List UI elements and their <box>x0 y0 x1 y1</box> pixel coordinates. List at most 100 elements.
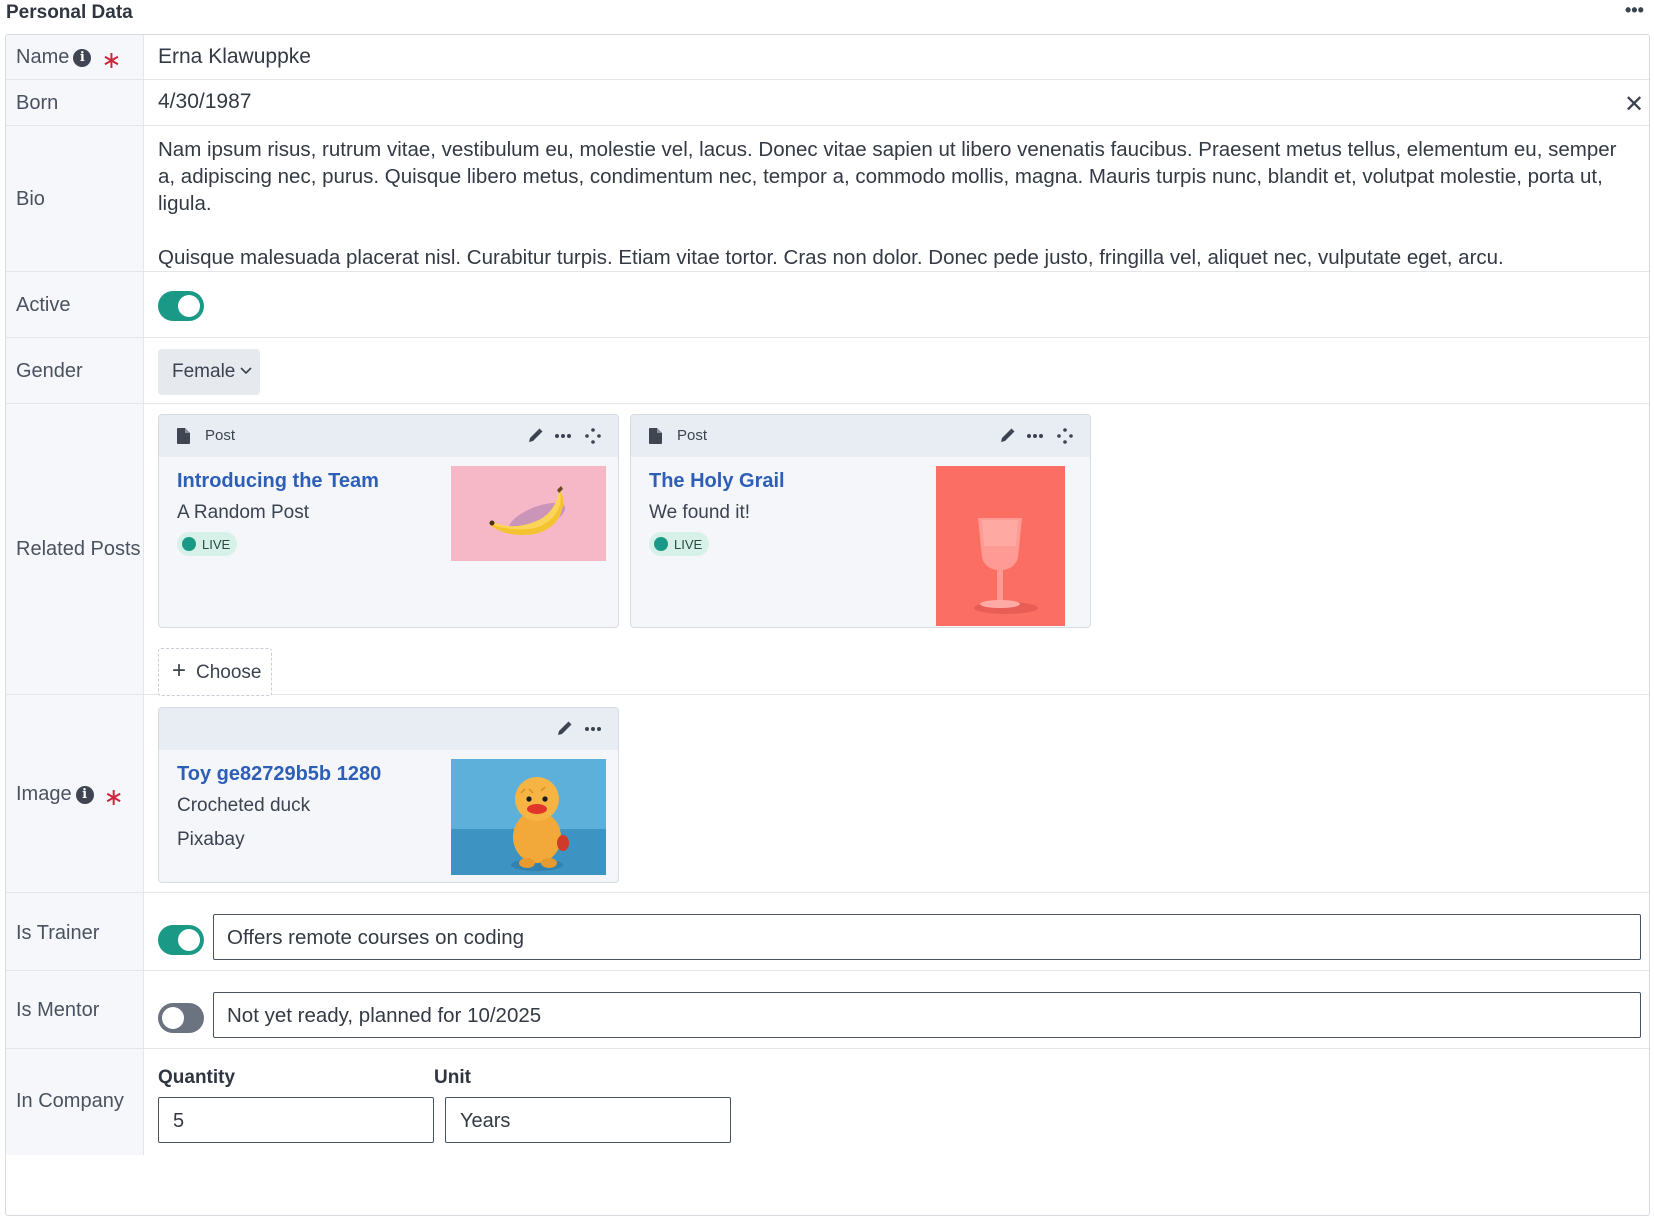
post-card[interactable]: Post Introducing the Team A Random Post … <box>158 414 619 628</box>
image-title-link[interactable]: Toy ge82729b5b 1280 <box>177 763 381 786</box>
post-title-link[interactable]: Introducing the Team <box>177 470 379 493</box>
info-icon[interactable]: i <box>75 786 94 804</box>
row-image: Image i ∗ Toy ge82729b5b 1280 Crocheted du… <box>6 695 1649 893</box>
related-posts-label: Related Posts <box>16 538 141 560</box>
chevron-down-icon <box>240 367 252 375</box>
section-title: Personal Data <box>6 2 133 23</box>
status-badge: LIVE <box>649 532 709 556</box>
card-header: Post <box>159 415 618 457</box>
image-card[interactable]: Toy ge82729b5b 1280 Crocheted duck Pixab… <box>158 707 619 883</box>
label-cell: In Company <box>6 1049 144 1155</box>
image-description: Crocheted duck <box>177 795 311 816</box>
card-header <box>159 708 618 750</box>
status-dot <box>654 537 668 551</box>
is-mentor-label: Is Mentor <box>16 999 100 1021</box>
row-name: Name i ∗ Erna Klawuppke <box>6 35 1649 80</box>
born-value[interactable]: 4/30/1987 <box>158 90 251 114</box>
label-cell: Bio <box>6 126 144 271</box>
unit-label: Unit <box>434 1067 471 1088</box>
row-is-mentor: Is Mentor Not yet ready, planned for 10/… <box>6 971 1649 1049</box>
row-gender: Gender Female <box>6 338 1649 404</box>
input-value: Not yet ready, planned for 10/2025 <box>227 1004 542 1027</box>
choose-button[interactable]: + Choose <box>158 648 272 696</box>
name-label: Name i ∗ <box>16 46 122 74</box>
choose-label: Choose <box>196 662 262 683</box>
input-value: 5 <box>173 1110 185 1132</box>
label-cell: Is Mentor <box>6 971 144 1048</box>
label-cell: Image i ∗ <box>6 695 144 892</box>
unit-input[interactable]: Years <box>445 1097 731 1143</box>
label-cell: Related Posts <box>6 404 144 694</box>
status-text: LIVE <box>202 537 231 552</box>
card-type-label: Post <box>205 427 236 444</box>
card-type-label: Post <box>677 427 708 444</box>
status-badge: LIVE <box>177 532 237 556</box>
more-icon[interactable] <box>553 425 573 447</box>
drag-handle-icon[interactable] <box>583 425 603 447</box>
quantity-label: Quantity <box>158 1067 236 1088</box>
section-menu-icon[interactable]: ••• <box>1625 0 1644 21</box>
glass-image <box>936 466 1065 626</box>
status-dot <box>182 537 196 551</box>
label-cell: Born <box>6 80 144 125</box>
image-label: Image i ∗ <box>16 783 124 811</box>
plus-icon: + <box>172 657 187 684</box>
born-label: Born <box>16 92 59 114</box>
status-text: LIVE <box>674 537 703 552</box>
gender-select[interactable]: Female <box>158 349 260 395</box>
label-cell: Name i ∗ <box>6 35 144 79</box>
image-credit: Pixabay <box>177 829 245 850</box>
more-icon[interactable] <box>1025 425 1045 447</box>
bio-paragraph: Nam ipsum risus, rutrum vitae, vestibulu… <box>158 138 1617 215</box>
row-active: Active <box>6 272 1649 338</box>
is-mentor-toggle[interactable] <box>158 1003 204 1033</box>
card-header: Post <box>631 415 1090 457</box>
pencil-icon[interactable] <box>997 425 1017 447</box>
post-card[interactable]: Post The Holy Grail We found it! LIVE <box>630 414 1091 628</box>
row-born: Born 4/30/1987 ✕ <box>6 80 1649 126</box>
label-cell: Active <box>6 272 144 337</box>
required-icon: ∗ <box>103 784 124 811</box>
row-is-trainer: Is Trainer Offers remote courses on codi… <box>6 893 1649 971</box>
is-trainer-label: Is Trainer <box>16 922 100 944</box>
post-subtitle: A Random Post <box>177 502 310 523</box>
document-icon <box>649 428 662 444</box>
row-bio: Bio Nam ipsum risus, rutrum vitae, vesti… <box>6 126 1649 272</box>
required-icon: ∗ <box>101 47 122 74</box>
label-cell: Gender <box>6 338 144 403</box>
post-title-link[interactable]: The Holy Grail <box>649 470 785 493</box>
gender-selected-value: Female <box>172 361 236 382</box>
name-value[interactable]: Erna Klawuppke <box>158 45 311 69</box>
active-label: Active <box>16 294 71 316</box>
label-cell: Is Trainer <box>6 893 144 970</box>
document-icon <box>177 428 190 444</box>
post-subtitle: We found it! <box>649 502 751 523</box>
pencil-icon[interactable] <box>554 718 574 740</box>
section-header: Personal Data ••• <box>0 0 1654 32</box>
active-toggle[interactable] <box>158 291 204 321</box>
toggle-knob <box>178 929 200 951</box>
is-trainer-toggle[interactable] <box>158 925 204 955</box>
bio-paragraph: Quisque malesuada placerat nisl. Curabit… <box>158 246 1504 269</box>
bio-text[interactable]: Nam ipsum risus, rutrum vitae, vestibulu… <box>158 136 1638 271</box>
duck-image <box>451 759 606 875</box>
drag-handle-icon[interactable] <box>1055 425 1075 447</box>
toggle-knob <box>178 295 200 317</box>
pencil-icon[interactable] <box>525 425 545 447</box>
clear-date-icon[interactable]: ✕ <box>1624 90 1644 119</box>
more-icon[interactable] <box>583 718 603 740</box>
in-company-label: In Company <box>16 1090 124 1112</box>
is-mentor-note-input[interactable]: Not yet ready, planned for 10/2025 <box>213 992 1641 1038</box>
info-icon[interactable]: i <box>73 49 92 67</box>
gender-label: Gender <box>16 360 83 382</box>
quantity-input[interactable]: 5 <box>158 1097 434 1143</box>
banana-image <box>451 466 606 561</box>
is-trainer-note-input[interactable]: Offers remote courses on coding <box>213 914 1641 960</box>
input-value: Offers remote courses on coding <box>227 926 525 949</box>
input-value: Years <box>460 1110 511 1132</box>
bio-label: Bio <box>16 188 45 210</box>
personal-data-form: Name i ∗ Erna Klawuppke Born 4/30/1987 ✕ B… <box>5 34 1650 1216</box>
row-in-company: In Company Quantity 5 Unit Years <box>6 1049 1649 1217</box>
row-related-posts: Related Posts Post Introducing the Team … <box>6 404 1649 696</box>
toggle-knob <box>162 1007 184 1029</box>
